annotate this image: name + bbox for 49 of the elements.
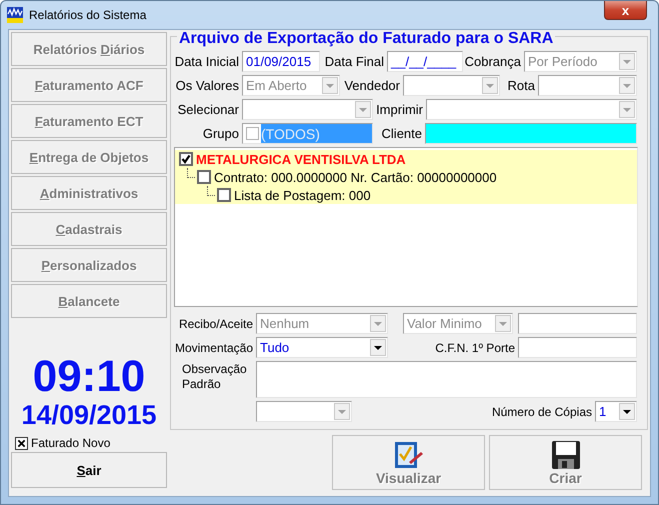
checkbox[interactable] <box>217 188 231 202</box>
exit-button[interactable]: Sair <box>11 452 167 488</box>
caret-icon <box>486 84 494 88</box>
text-area[interactable] <box>256 361 637 398</box>
input-field[interactable] <box>518 313 637 334</box>
caret-icon <box>374 346 382 350</box>
field-label: Grupo <box>202 125 240 143</box>
panel-title: Arquivo de Exportação do Faturado para o SARA <box>177 30 556 48</box>
caret-icon <box>499 322 507 326</box>
input-field[interactable]: __/__/____ <box>387 51 463 72</box>
caret-icon <box>623 60 631 64</box>
field-label: Rota <box>506 77 536 95</box>
checkbox[interactable] <box>179 152 193 166</box>
field-label: C.F.N. 1º Porte <box>434 340 516 356</box>
field-label: Cliente <box>380 125 423 143</box>
input-field[interactable] <box>518 337 637 358</box>
caret-icon <box>359 108 367 112</box>
field-label: Movimentação <box>174 340 254 356</box>
clock-time: 09:10 <box>32 354 146 400</box>
field-label: Número de Cópias <box>490 404 593 420</box>
caret-icon <box>374 322 382 326</box>
field-label: Vendedor <box>343 77 401 95</box>
caret-icon <box>338 410 346 414</box>
close-button[interactable]: x <box>604 1 647 20</box>
caret-icon <box>623 84 631 88</box>
group-field[interactable]: (TODOS) <box>242 123 373 144</box>
field-label: Selecionar <box>176 101 240 119</box>
field-label: Os Valores <box>174 77 240 95</box>
client-field[interactable] <box>425 123 637 144</box>
field-label: Data Final <box>324 53 385 71</box>
checkbox[interactable] <box>15 436 28 450</box>
caret-icon <box>326 84 334 88</box>
field-label: Imprimir <box>375 101 424 119</box>
dropdown[interactable]: Tudo <box>256 337 388 358</box>
field-label: Recibo/Aceite <box>178 316 254 332</box>
caret-icon <box>623 410 631 414</box>
app-icon <box>7 7 23 23</box>
input-field[interactable]: 01/09/2015 <box>242 51 320 72</box>
clock-date: 14/09/2015 <box>20 400 158 430</box>
checklist-icon <box>392 440 424 470</box>
dropdown[interactable]: 1 <box>595 401 637 422</box>
field-label: Data Inicial <box>174 53 240 71</box>
checkbox-label: Faturado Novo <box>31 436 110 450</box>
checkbox[interactable] <box>197 170 211 184</box>
window-title: Relatórios do Sistema <box>29 8 146 22</box>
checkbox[interactable] <box>246 127 259 140</box>
caret-icon <box>623 108 631 112</box>
field-label: Cobrança <box>464 53 522 71</box>
field-label: Observação Padrão <box>181 361 248 393</box>
